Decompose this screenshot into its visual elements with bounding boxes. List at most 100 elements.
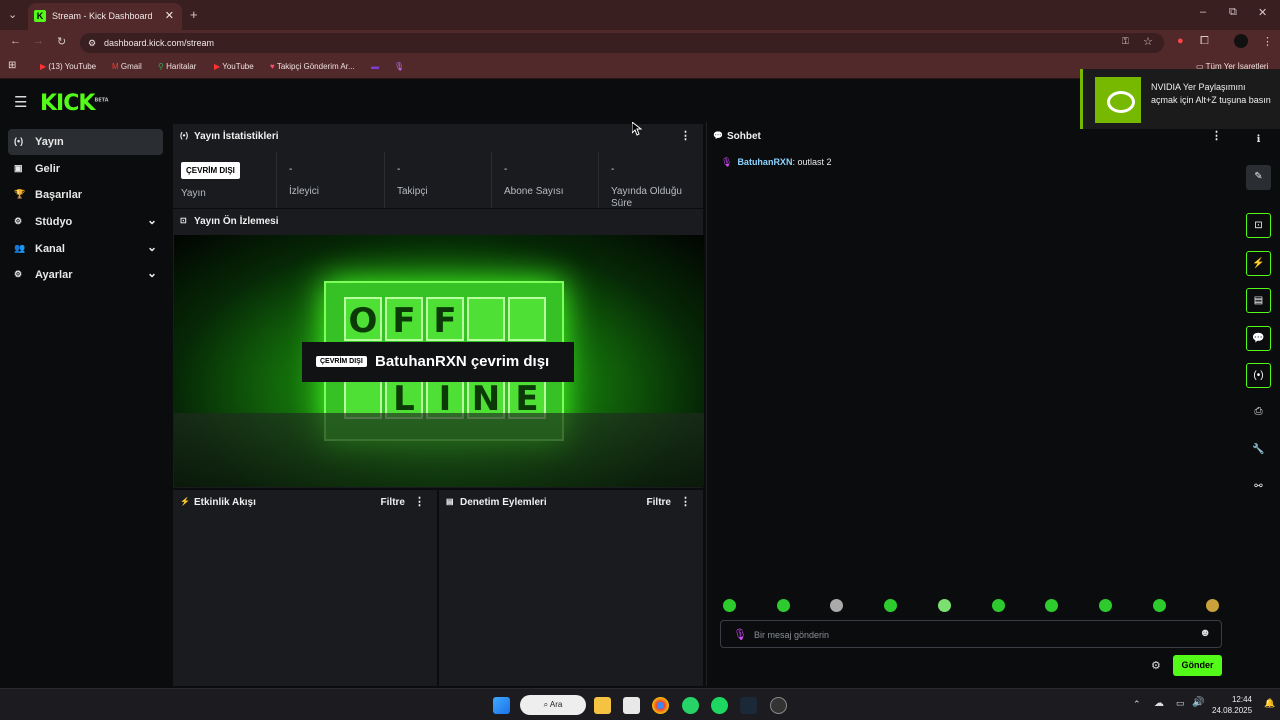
network-icon[interactable]: ▭ xyxy=(1176,698,1185,709)
wrench-icon[interactable]: 🔧 xyxy=(1246,438,1271,463)
chat-settings-icon[interactable]: ⚙ xyxy=(1151,659,1161,672)
bookmark-youtube-13[interactable]: ▶ (13) YouTube xyxy=(40,62,96,71)
kick-favicon-icon: K xyxy=(34,10,46,22)
activity-header: ⚡ Etkinlik Akışı Filtre ⋮ xyxy=(180,495,425,508)
emoji-picker-icon[interactable]: ☻ xyxy=(1199,627,1211,639)
browser-menu-icon[interactable]: ⋮ xyxy=(1262,35,1273,48)
preview-header: ⊡ Yayın Ön İzlemesi xyxy=(180,216,279,227)
chat-username[interactable]: BatuhanRXN xyxy=(737,157,792,167)
more-options-icon[interactable]: ⋮ xyxy=(680,495,691,508)
address-bar-row: ← → ↻ ⚙ dashboard.kick.com/stream ⚿ ☆ ● … xyxy=(0,30,1280,55)
chevron-down-icon: ⌄ xyxy=(146,240,157,254)
notes-icon[interactable]: ▤ xyxy=(1246,288,1271,313)
send-button[interactable]: Gönder xyxy=(1173,655,1222,676)
revenue-icon: ▣ xyxy=(14,163,23,173)
file-explorer-icon[interactable] xyxy=(594,697,611,714)
url-field[interactable]: ⚙ dashboard.kick.com/stream xyxy=(80,33,1164,53)
bookmark-mic-icon[interactable]: 🎙 xyxy=(394,62,404,71)
edit-pencil-icon[interactable]: ✎ xyxy=(1246,165,1271,190)
forward-icon[interactable]: → xyxy=(33,35,44,47)
activity-filter-button[interactable]: Filtre xyxy=(381,497,405,508)
browser-tab[interactable]: K Stream - Kick Dashboard ✕ xyxy=(28,3,182,30)
sidebar-item-gelir[interactable]: ▣ Gelir xyxy=(8,156,163,182)
reload-icon[interactable]: ↻ xyxy=(57,35,66,48)
chrome-icon[interactable] xyxy=(652,697,669,714)
steam-icon[interactable] xyxy=(740,697,757,714)
bookmark-purple-icon[interactable]: ▬ xyxy=(371,62,379,71)
extension-red-icon[interactable]: ● xyxy=(1177,35,1184,47)
stat-followers: - Takipçi xyxy=(385,152,492,208)
moderation-icon: ▤ xyxy=(446,497,454,506)
chevron-down-icon: ⌄ xyxy=(146,213,157,227)
heart-icon: ♥ xyxy=(270,62,275,71)
print-icon[interactable]: ⎙ xyxy=(1246,400,1271,425)
sidebar-item-basarilar[interactable]: 🏆 Başarılar xyxy=(8,182,163,208)
emote-icon[interactable] xyxy=(1099,599,1112,612)
moderation-filter-button[interactable]: Filtre xyxy=(647,497,671,508)
capture-icon[interactable]: ⊡ xyxy=(1246,213,1271,238)
gmail-icon: M xyxy=(112,62,119,71)
emote-icon[interactable] xyxy=(777,599,790,612)
spotify-icon[interactable] xyxy=(711,697,728,714)
stat-viewers: - İzleyici xyxy=(277,152,385,208)
password-key-icon[interactable]: ⚿ xyxy=(1122,36,1129,47)
bookmark-maps[interactable]: ⚲ Haritalar xyxy=(158,62,196,71)
volume-icon[interactable]: 🔊 xyxy=(1192,697,1204,708)
emote-icon[interactable] xyxy=(992,599,1005,612)
windows-taskbar: ⌕ Ara ⌃ ☁ ▭ 🔊 12:44 24.08.2025 🔔 xyxy=(0,688,1280,720)
sidebar-item-studyo[interactable]: ⚙ Stüdyo ⌄ xyxy=(8,209,163,235)
taskbar-search[interactable]: ⌕ Ara xyxy=(520,695,586,715)
extensions-puzzle-icon[interactable]: ⧠ xyxy=(1200,35,1209,48)
onedrive-icon[interactable]: ☁ xyxy=(1154,698,1164,709)
emote-icon[interactable] xyxy=(830,599,843,612)
app-icon[interactable] xyxy=(770,697,787,714)
profile-avatar-icon[interactable] xyxy=(1234,34,1248,48)
emote-icon[interactable] xyxy=(1206,599,1219,612)
kick-logo[interactable]: KICKBETA xyxy=(40,91,109,116)
broadcast-toggle-icon[interactable]: (•) xyxy=(1246,363,1271,388)
notification-bell-icon[interactable]: 🔔 xyxy=(1264,698,1275,709)
share-icon[interactable]: ⚯ xyxy=(1246,475,1271,500)
chat-toggle-icon[interactable]: 💬 xyxy=(1246,326,1271,351)
quick-action-icon[interactable]: ⚡ xyxy=(1246,251,1271,276)
chat-panel: 💬 Sohbet ⋮ 🎙 BatuhanRXN: outlast 2 🎙 Bir … xyxy=(706,122,1234,686)
whatsapp-icon[interactable] xyxy=(682,697,699,714)
tray-chevron-icon[interactable]: ⌃ xyxy=(1133,699,1141,710)
sidebar-item-kanal[interactable]: 👥 Kanal ⌄ xyxy=(8,236,163,262)
emote-icon[interactable] xyxy=(1045,599,1058,612)
minimize-icon[interactable]: – xyxy=(1200,6,1206,18)
tab-title: Stream - Kick Dashboard xyxy=(52,11,153,21)
trophy-icon: 🏆 xyxy=(14,189,26,199)
back-icon[interactable]: ← xyxy=(10,35,21,47)
store-icon[interactable] xyxy=(623,697,640,714)
bookmark-star-icon[interactable]: ☆ xyxy=(1143,35,1153,48)
windows-start-icon[interactable] xyxy=(493,697,510,714)
emote-icon[interactable] xyxy=(884,599,897,612)
more-options-icon[interactable]: ⋮ xyxy=(1211,129,1222,142)
more-options-icon[interactable]: ⋮ xyxy=(680,129,691,142)
close-window-icon[interactable]: ✕ xyxy=(1258,6,1267,19)
chat-message-input[interactable]: 🎙 Bir mesaj gönderin ☻ xyxy=(720,620,1222,648)
site-info-icon[interactable]: ⚙ xyxy=(88,33,96,53)
new-tab-icon[interactable]: + xyxy=(190,7,198,22)
apps-grid-icon[interactable]: ⊞ xyxy=(8,60,16,71)
sidebar-item-ayarlar[interactable]: ⚙ Ayarlar ⌄ xyxy=(8,262,163,288)
maps-pin-icon: ⚲ xyxy=(158,62,164,71)
channel-icon: 👥 xyxy=(14,243,26,253)
info-icon[interactable]: ℹ xyxy=(1246,128,1271,153)
bookmark-gmail[interactable]: M Gmail xyxy=(112,62,142,71)
emote-icon[interactable] xyxy=(1153,599,1166,612)
tab-search-icon[interactable]: ⌄ xyxy=(8,8,17,21)
maximize-icon[interactable]: ⧉ xyxy=(1229,6,1237,19)
more-options-icon[interactable]: ⋮ xyxy=(414,495,425,508)
hamburger-menu-icon[interactable]: ☰ xyxy=(14,93,27,111)
emote-icon[interactable] xyxy=(938,599,951,612)
bookmark-youtube[interactable]: ▶ YouTube xyxy=(214,62,254,71)
bookmark-takipci[interactable]: ♥ Takipçi Gönderim Ar... xyxy=(270,62,355,71)
close-tab-icon[interactable]: ✕ xyxy=(165,9,174,22)
moderation-panel: ▤ Denetim Eylemleri Filtre ⋮ xyxy=(439,490,703,686)
emote-icon[interactable] xyxy=(723,599,736,612)
taskbar-clock[interactable]: 12:44 24.08.2025 xyxy=(1212,694,1252,716)
browser-tab-bar: ⌄ K Stream - Kick Dashboard ✕ + – ⧉ ✕ xyxy=(0,0,1280,30)
sidebar-item-yayin[interactable]: (•) Yayın xyxy=(8,129,163,155)
